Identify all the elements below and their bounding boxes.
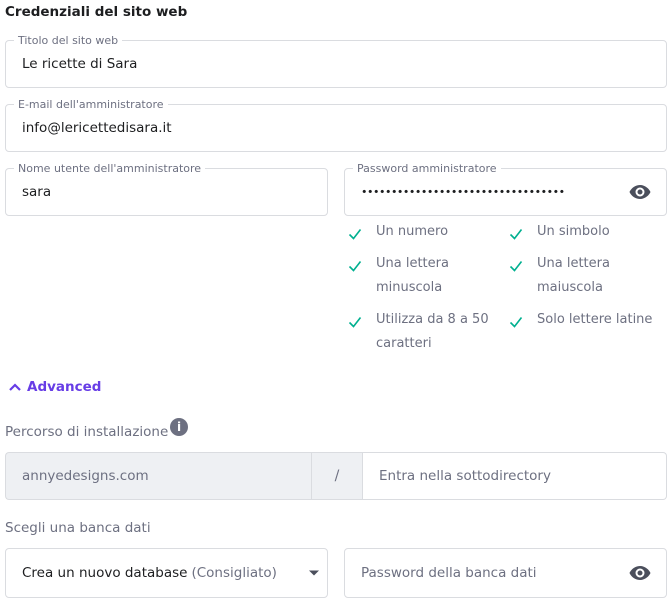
- site-title-field[interactable]: Titolo del sito web Le ricette di Sara: [5, 34, 667, 88]
- install-path-separator: /: [311, 452, 363, 500]
- admin-password-value: ••••••••••••••••••••••••••••••••••: [361, 185, 565, 199]
- advanced-label: Advanced: [27, 379, 102, 395]
- admin-email-value: info@lericettedisara.it: [22, 120, 172, 136]
- admin-username-legend: Nome utente dell'amministratore: [14, 162, 206, 175]
- check-icon: [348, 252, 368, 281]
- admin-password-legend: Password amministratore: [353, 162, 501, 175]
- check-icon: [348, 308, 368, 337]
- database-selected: Crea un nuovo database: [22, 565, 188, 581]
- install-path-group: annyedesigns.com / Entra nella sottodire…: [5, 452, 667, 500]
- admin-username-field[interactable]: Nome utente dell'amministratore sara: [5, 162, 328, 216]
- password-rule: Una lettera minuscola: [348, 252, 466, 300]
- eye-icon[interactable]: [628, 561, 652, 585]
- admin-email-legend: E-mail dell'amministratore: [14, 98, 168, 111]
- database-selected-hint: (Consigliato): [191, 565, 277, 581]
- database-select[interactable]: Crea un nuovo database (Consigliato): [5, 548, 328, 598]
- password-rule: Un simbolo: [509, 220, 657, 249]
- password-rule: Solo lettere latine: [509, 308, 672, 337]
- info-icon[interactable]: i: [170, 418, 188, 436]
- site-title-legend: Titolo del sito web: [14, 34, 123, 47]
- admin-email-field[interactable]: E-mail dell'amministratore info@lericett…: [5, 98, 667, 152]
- database-label: Scegli una banca dati: [5, 520, 151, 536]
- section-title: Credenziali del sito web: [5, 4, 188, 20]
- install-path-domain: annyedesigns.com: [5, 452, 311, 500]
- admin-password-field[interactable]: Password amministratore ••••••••••••••••…: [344, 162, 667, 216]
- check-icon: [509, 252, 529, 281]
- check-icon: [509, 220, 529, 249]
- password-rule: Un numero: [348, 220, 496, 249]
- database-password-field[interactable]: Password della banca dati: [344, 548, 667, 598]
- install-path-label: Percorso di installazione: [5, 424, 169, 440]
- check-icon: [348, 220, 368, 249]
- eye-icon[interactable]: [628, 180, 652, 204]
- chevron-up-icon: [9, 383, 21, 391]
- site-title-value: Le ricette di Sara: [22, 56, 138, 72]
- check-icon: [509, 308, 529, 337]
- admin-username-value: sara: [22, 184, 52, 200]
- subdirectory-input[interactable]: Entra nella sottodirectory: [363, 452, 667, 500]
- password-rule: Una lettera maiuscola: [509, 252, 627, 300]
- caret-down-icon: [309, 570, 319, 576]
- database-password-placeholder: Password della banca dati: [361, 565, 537, 581]
- password-rule: Utilizza da 8 a 50 caratteri: [348, 308, 501, 356]
- advanced-toggle[interactable]: Advanced: [8, 379, 101, 395]
